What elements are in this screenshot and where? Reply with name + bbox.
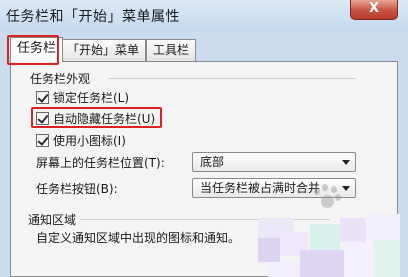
notification-group-label: 通知区域 <box>28 213 77 227</box>
lock-taskbar-checkbox[interactable]: 锁定任务栏(L) <box>36 88 129 106</box>
position-select[interactable]: 底部 <box>192 152 356 172</box>
small-icons-label: 使用小图标(I) <box>53 133 126 148</box>
dropdown-arrow-icon <box>342 160 350 165</box>
position-value: 底部 <box>200 155 225 169</box>
lock-taskbar-label: 锁定任务栏(L) <box>53 90 130 105</box>
buttons-value: 当任务栏被占满时合并 <box>200 181 321 195</box>
decorative-block <box>300 250 344 277</box>
title-bar: 任务栏和「开始」菜单属性 X <box>0 0 408 32</box>
decorative-block <box>374 240 400 277</box>
tab-highlight-annotation <box>7 35 59 65</box>
buttons-label: 任务栏按钮(B): <box>36 182 118 196</box>
window-title: 任务栏和「开始」菜单属性 <box>6 9 180 25</box>
decorative-block <box>366 214 400 240</box>
checkbox-checked-icon <box>36 133 49 147</box>
decorative-block <box>344 242 374 277</box>
tab-toolbars[interactable]: 工具栏 <box>146 39 197 61</box>
close-button[interactable]: X <box>350 0 398 20</box>
appearance-group-label: 任务栏外观 <box>30 72 91 86</box>
decorative-block <box>268 262 300 277</box>
dropdown-arrow-icon <box>342 186 350 191</box>
small-icons-checkbox[interactable]: 使用小图标(I) <box>36 131 126 149</box>
decorative-block <box>310 224 340 250</box>
checkbox-checked-icon <box>36 90 49 104</box>
tab-start-menu[interactable]: 「开始」菜单 <box>60 39 147 61</box>
decorative-block <box>340 218 366 242</box>
group-divider <box>108 78 356 79</box>
watermark-paw-icon <box>312 184 342 212</box>
decorative-block <box>258 238 280 262</box>
close-icon: X <box>368 1 380 16</box>
position-label: 屏幕上的任务栏位置(T): <box>36 156 165 170</box>
notification-description: 自定义通知区域中出现的图标和通知。 <box>36 231 241 245</box>
auto-hide-highlight-annotation <box>31 107 162 128</box>
